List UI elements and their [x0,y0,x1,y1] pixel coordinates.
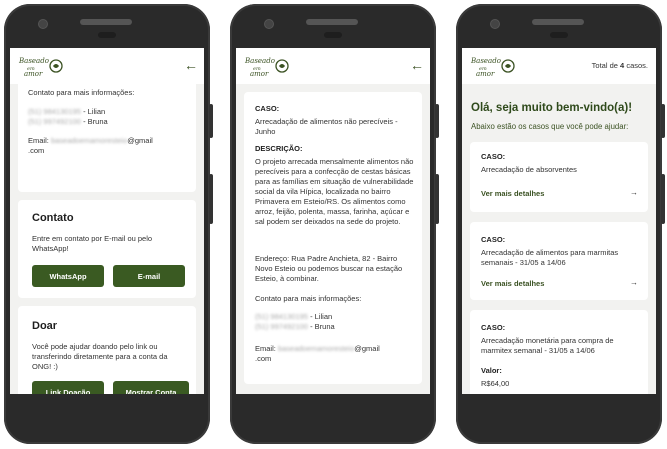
contact-phone-lilian: (51) 984130195 - Lilian [28,107,105,117]
sensor [550,32,568,38]
contact-phone-lilian: (51) 984130195 - Lilian [255,312,332,322]
contato-card: Contato Entre em contato por E-mail ou p… [18,200,196,298]
value-label: Valor: [481,366,502,375]
contact-phone-bruna: (51) 997492100 - Bruna [255,322,335,332]
sensor [324,32,342,38]
total-prefix: Total de [591,61,618,70]
phone-number-blurred: (51) 997492100 [255,322,308,331]
power-button [435,174,439,224]
volume-button [435,104,439,138]
camera-icon [490,19,500,29]
speaker-grille [306,19,358,25]
email-label: Email: [28,136,49,145]
contact-info-card: Contato para mais informações: (51) 9841… [18,76,196,192]
volume-button [209,104,213,138]
phone-number-blurred: (51) 997492100 [28,117,81,126]
caso-label: CASO: [255,104,280,113]
logo [470,54,516,78]
logo [244,54,290,78]
app-header: ← [236,48,430,84]
total-count: 4 [620,61,625,70]
contact-heading: Contato para mais informações: [255,294,362,303]
case-detail-card: CASO: Arrecadação de alimentos não perec… [244,92,422,384]
link-doacao-button[interactable]: Link Doação [32,381,104,394]
contact-name: - Lilian [310,312,333,321]
back-arrow-icon[interactable]: ← [410,58,424,72]
case-label: CASO: [481,235,506,244]
email-domain: @gmail [127,136,153,145]
case-card: CASO: Arrecadação monetária para compra … [470,310,648,394]
screen-case-list: Total de 4 casos. Olá, seja muito bem-vi… [462,48,656,394]
contact-email: Email: baseadoemamoresteio@gmail .com [28,136,193,156]
screen-case-detail: ← CASO: Arrecadação de alimentos não per… [236,48,430,394]
contact-name: - Lilian [83,107,106,116]
contact-name: - Bruna [83,117,108,126]
speaker-grille [80,19,132,25]
contact-phone-bruna: (51) 997492100 - Bruna [28,117,108,127]
ver-mais-detalhes-link[interactable]: Ver mais detalhes [481,279,544,288]
email-label: Email: [255,344,276,353]
contato-text: Entre em contato por E-mail ou pelo What… [32,234,153,253]
phone-number-blurred: (51) 984130195 [255,312,308,321]
email-user-blurred: baseadoemamoresteio [50,136,128,145]
welcome-heading: Olá, seja muito bem-vindo(a)! [471,102,633,114]
endereco-text: Endereço: Rua Padre Anchieta, 82 - Bairr… [255,254,403,283]
contact-email: Email: baseadoemamoresteio@gmail .com [255,344,417,364]
case-label: CASO: [481,152,506,161]
welcome-subtitle: Abaixo estão os casos que você pode ajud… [471,122,629,131]
app-header: Total de 4 casos. [462,48,656,84]
phone-number-blurred: (51) 984130195 [28,107,81,116]
total-suffix: casos. [626,61,648,70]
email-user-blurred: baseadoemamoresteio [277,344,355,353]
sensor [98,32,116,38]
case-label: CASO: [481,323,506,332]
arrow-right-icon[interactable]: → [630,278,638,287]
phone-device-1: ← Contato para mais informações: (51) 98… [4,4,213,444]
contact-heading: Contato para mais informações: [28,88,135,97]
descricao-text: O projeto arrecada mensalmente alimentos… [255,157,415,227]
screen-case-detail-actions: ← Contato para mais informações: (51) 98… [10,48,204,394]
back-arrow-icon[interactable]: ← [184,58,198,72]
whatsapp-button[interactable]: WhatsApp [32,265,104,287]
phone-device-3: Total de 4 casos. Olá, seja muito bem-vi… [456,4,665,444]
email-button[interactable]: E-mail [113,265,185,287]
doar-text: Você pode ajudar doando pelo link ou tra… [32,342,168,371]
volume-button [661,104,665,138]
email-tld: .com [255,354,272,363]
case-title: Arrecadação de absorventes [481,165,577,174]
email-domain: @gmail [354,344,380,353]
case-card: CASO: Arrecadação de alimentos para marm… [470,222,648,300]
camera-icon [38,19,48,29]
arrow-right-icon[interactable]: → [630,188,638,197]
power-button [209,174,213,224]
speaker-grille [532,19,584,25]
phone-device-2: ← CASO: Arrecadação de alimentos não per… [230,4,439,444]
value-amount: R$64,00 [481,379,510,388]
case-title: Arrecadação de alimentos para marmitas s… [481,248,619,267]
case-title: Arrecadação monetária para compra de mar… [481,336,614,355]
case-card: CASO: Arrecadação de absorventes Ver mai… [470,142,648,212]
descricao-label: DESCRIÇÃO: [255,144,303,153]
contato-title: Contato [32,212,74,224]
email-tld: .com [28,146,45,155]
doar-card: Doar Você pode ajudar doando pelo link o… [18,306,196,394]
doar-title: Doar [32,320,58,332]
ver-mais-detalhes-link[interactable]: Ver mais detalhes [481,189,544,198]
total-cases-text: Total de 4 casos. [592,61,648,71]
caso-text: Arrecadação de alimentos não perecíveis … [255,117,398,136]
mostrar-conta-button[interactable]: Mostrar Conta [113,381,189,394]
camera-icon [264,19,274,29]
logo [18,54,64,78]
contact-name: - Bruna [310,322,335,331]
power-button [661,174,665,224]
